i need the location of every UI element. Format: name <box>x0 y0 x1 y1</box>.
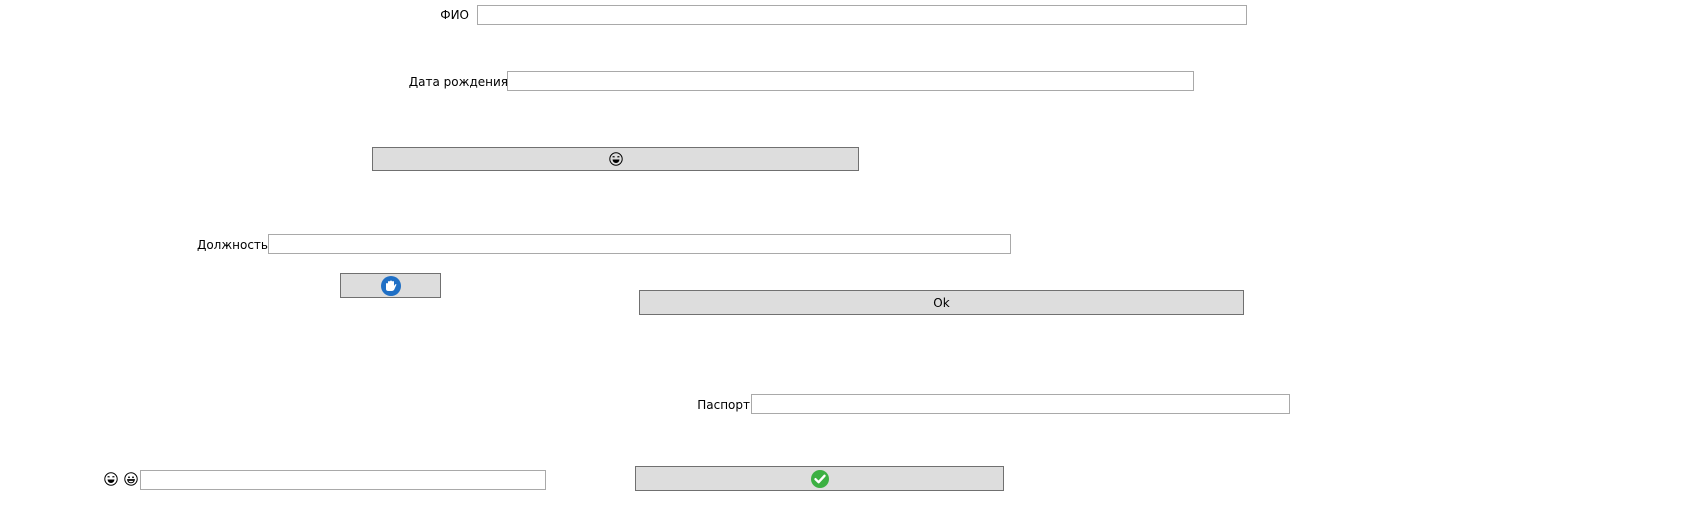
blue-hand-icon <box>380 275 402 297</box>
laughing-face-icon <box>608 152 623 166</box>
position-label: Должность <box>196 238 268 252</box>
birth-date-input[interactable] <box>507 71 1194 91</box>
confirm-button[interactable] <box>635 466 1004 491</box>
passport-input[interactable] <box>751 394 1290 414</box>
emoji-button[interactable] <box>372 147 859 171</box>
passport-label: Паспорт <box>697 398 750 412</box>
position-input[interactable] <box>268 234 1011 254</box>
birth-date-label: Дата рождения <box>408 75 508 89</box>
ok-button[interactable]: Ok <box>639 290 1244 315</box>
fio-label: ФИО <box>440 8 469 22</box>
bottom-input[interactable] <box>140 470 546 490</box>
laughing-face-icon <box>104 472 118 486</box>
hand-button[interactable] <box>340 273 441 298</box>
fio-input[interactable] <box>477 5 1247 25</box>
green-check-icon <box>810 469 830 489</box>
grinning-face-icon <box>124 472 138 486</box>
